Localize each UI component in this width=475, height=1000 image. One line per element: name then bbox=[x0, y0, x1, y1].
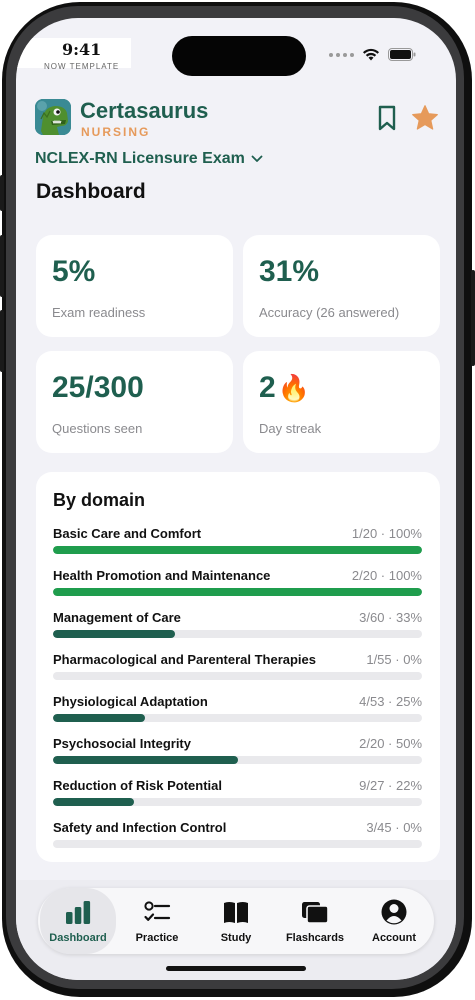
domain-progress-track bbox=[53, 546, 422, 554]
stat-value-streak: 2 🔥 bbox=[259, 371, 310, 405]
domain-progress-fill bbox=[53, 630, 175, 638]
signal-icon bbox=[329, 52, 354, 57]
domain-progress-track bbox=[53, 672, 422, 680]
domain-stat: 2/20 · 100% bbox=[351, 568, 422, 583]
tab-label: Flashcards bbox=[285, 932, 345, 944]
domain-progress-fill bbox=[53, 546, 422, 554]
stat-card-questions-seen: 25/300 Questions seen bbox=[36, 351, 233, 453]
domain-row: Physiological Adaptation 4/53 · 25% bbox=[53, 694, 422, 730]
domain-progress-fill bbox=[53, 798, 135, 806]
domain-name: Basic Care and Comfort bbox=[53, 526, 202, 541]
exam-selector-dropdown[interactable]: NCLEX-RN Licensure Exam bbox=[35, 150, 263, 168]
stat-card-day-streak: 2 🔥 Day streak bbox=[243, 351, 440, 453]
status-bar: 9:41 NOW TEMPLATE bbox=[16, 18, 456, 78]
stat-value: 2 bbox=[259, 371, 276, 404]
book-icon bbox=[224, 902, 248, 923]
tab-account[interactable]: Account bbox=[356, 888, 432, 954]
domain-progress-track bbox=[53, 714, 422, 722]
domain-stat: 1/55 · 0% bbox=[366, 652, 422, 667]
domain-name: Pharmacological and Parenteral Therapies bbox=[53, 652, 316, 667]
tab-label: Account bbox=[372, 932, 416, 944]
stat-label: Exam readiness bbox=[52, 305, 146, 320]
tab-practice[interactable]: Practice bbox=[119, 888, 195, 954]
domain-progress-track bbox=[53, 840, 422, 848]
stat-value: 25/300 bbox=[52, 371, 144, 404]
domain-progress-fill bbox=[53, 756, 238, 764]
domain-row: Basic Care and Comfort 1/20 · 100% bbox=[53, 526, 422, 562]
brand-name: Certasaurus bbox=[80, 98, 209, 123]
exam-selector-label: NCLEX-RN Licensure Exam bbox=[35, 150, 245, 167]
volume-down-button bbox=[0, 310, 4, 372]
domain-name: Physiological Adaptation bbox=[53, 694, 208, 709]
domain-card: By domain Basic Care and Comfort 1/20 · 1… bbox=[36, 472, 440, 862]
domain-name: Psychosocial Integrity bbox=[53, 736, 191, 751]
tab-label: Practice bbox=[135, 932, 179, 944]
stat-label: Accuracy (26 answered) bbox=[259, 305, 400, 320]
page-title: Dashboard bbox=[36, 180, 146, 203]
domain-progress-track bbox=[53, 756, 422, 764]
domain-row: Reduction of Risk Potential 9/27 · 22% bbox=[53, 778, 422, 814]
status-icons bbox=[329, 48, 416, 61]
domain-card-title: By domain bbox=[53, 490, 146, 510]
stat-label: Questions seen bbox=[52, 421, 143, 436]
fire-icon: 🔥 bbox=[277, 372, 311, 403]
tab-study[interactable]: Study bbox=[198, 888, 274, 954]
dinosaur-logo-icon bbox=[35, 99, 71, 135]
tab-bar: Dashboard Practice Study Flashcards Acco… bbox=[38, 888, 434, 954]
tab-dashboard[interactable]: Dashboard bbox=[40, 888, 116, 954]
domain-row: Health Promotion and Maintenance 2/20 · 1… bbox=[53, 568, 422, 604]
status-carrier: NOW TEMPLATE bbox=[44, 62, 120, 71]
app-screen: 9:41 NOW TEMPLATE Certasaurus NURSING NC… bbox=[16, 18, 456, 980]
domain-progress-track bbox=[53, 588, 422, 596]
domain-name: Reduction of Risk Potential bbox=[53, 778, 223, 793]
stat-value: 5% bbox=[52, 255, 96, 288]
power-button bbox=[471, 270, 475, 366]
domain-stat: 3/60 · 33% bbox=[359, 610, 422, 625]
home-indicator bbox=[166, 966, 306, 971]
flashcards-icon bbox=[302, 902, 329, 924]
domain-stat: 2/20 · 50% bbox=[359, 736, 422, 751]
domain-row: Psychosocial Integrity 2/20 · 50% bbox=[53, 736, 422, 772]
domain-stat: 9/27 · 22% bbox=[359, 778, 422, 793]
brand-subtitle: NURSING bbox=[81, 125, 151, 139]
domain-progress-fill bbox=[53, 714, 146, 722]
stat-card-exam-readiness: 5% Exam readiness bbox=[36, 235, 233, 337]
status-time: 9:41 bbox=[62, 40, 102, 59]
domain-row: Safety and Infection Control 3/45 · 0% bbox=[53, 820, 422, 856]
stat-card-accuracy: 31% Accuracy (26 answered) bbox=[243, 235, 440, 337]
domain-progress-fill bbox=[53, 588, 422, 596]
star-icon bbox=[412, 105, 438, 130]
tab-label: Dashboard bbox=[49, 932, 107, 944]
domain-progress-track bbox=[53, 630, 422, 638]
domain-stat: 4/53 · 25% bbox=[359, 694, 422, 709]
chevron-down-icon bbox=[251, 155, 263, 162]
volume-up-button bbox=[0, 235, 4, 297]
checklist-icon bbox=[144, 901, 171, 921]
account-icon bbox=[381, 899, 407, 925]
mute-switch bbox=[0, 175, 4, 211]
dynamic-island bbox=[172, 36, 306, 76]
domain-row: Management of Care 3/60 · 33% bbox=[53, 610, 422, 646]
bookmark-icon bbox=[378, 105, 396, 131]
bookmark-button[interactable] bbox=[376, 104, 398, 132]
domain-name: Management of Care bbox=[53, 610, 181, 625]
domain-name: Safety and Infection Control bbox=[53, 820, 227, 835]
bar-chart-icon bbox=[66, 901, 91, 924]
wifi-icon bbox=[363, 48, 379, 61]
domain-stat: 1/20 · 100% bbox=[351, 526, 422, 541]
favorite-button[interactable] bbox=[410, 103, 440, 133]
tab-label: Study bbox=[220, 932, 252, 944]
stat-label: Day streak bbox=[259, 421, 322, 436]
domain-stat: 3/45 · 0% bbox=[366, 820, 422, 835]
domain-progress-track bbox=[53, 798, 422, 806]
domain-row: Pharmacological and Parenteral Therapies… bbox=[53, 652, 422, 688]
tab-flashcards[interactable]: Flashcards bbox=[277, 888, 353, 954]
domain-name: Health Promotion and Maintenance bbox=[53, 568, 271, 583]
battery-icon bbox=[388, 48, 416, 61]
stat-value: 31% bbox=[259, 255, 320, 288]
